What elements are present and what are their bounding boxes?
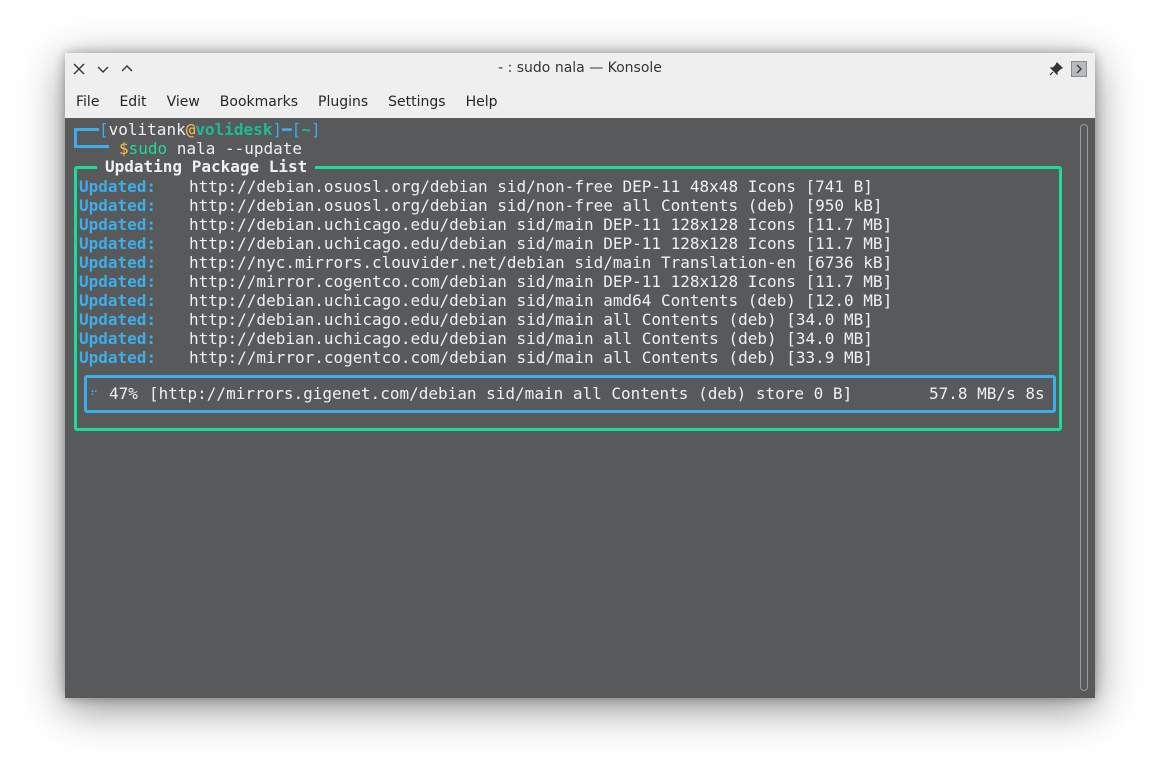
prompt-bracket-top (74, 128, 99, 131)
menu-plugins[interactable]: Plugins (308, 94, 378, 110)
prompt-user: volitank (108, 120, 186, 139)
update-row: Updated: http://debian.uchicago.edu/debia… (79, 329, 873, 348)
menu-bar: File Edit View Bookmarks Plugins Setting… (65, 85, 1095, 118)
title-bar: - : sudo nala — Konsole (65, 53, 1095, 85)
update-row: Updated: http://debian.osuosl.org/debian … (79, 177, 873, 196)
update-row: Updated: http://mirror.cogentco.com/debia… (79, 348, 873, 367)
window-title: - : sudo nala — Konsole (498, 60, 662, 76)
prompt-bracket-bottom (74, 145, 109, 148)
update-row: Updated: http://debian.uchicago.edu/debia… (79, 291, 893, 310)
update-row: Updated: http://debian.osuosl.org/debian … (79, 196, 883, 215)
progress-speed: 57.8 MB/s 8s (929, 384, 1045, 403)
scrollbar-thumb[interactable] (1080, 124, 1088, 691)
update-row: Updated: http://debian.uchicago.edu/debia… (79, 234, 893, 253)
pin-icon[interactable] (1047, 60, 1065, 78)
konsole-window: - : sudo nala — Konsole File Edit View B… (65, 53, 1095, 698)
prompt-line-2: $sudo nala --update (119, 139, 302, 158)
progress-text: [http://mirrors.gigenet.com/debian sid/m… (149, 384, 853, 403)
terminal-area[interactable]: [volitank@volidesk]━[~] $sudo nala --upd… (65, 118, 1075, 698)
update-row: Updated: http://debian.uchicago.edu/debia… (79, 310, 873, 329)
menu-file[interactable]: File (66, 94, 109, 110)
panel-title: Updating Package List (97, 157, 316, 176)
menu-settings[interactable]: Settings (378, 94, 455, 110)
progress-percent: 47% (109, 384, 138, 403)
progress-line: ⠋ (90, 384, 98, 403)
prompt-host: volidesk (195, 120, 273, 139)
command-sudo: sudo (128, 139, 168, 158)
scrollbar[interactable] (1075, 118, 1095, 698)
more-actions-icon[interactable] (1071, 61, 1087, 77)
prompt-line-1: [volitank@volidesk]━[~] (99, 120, 321, 139)
prompt-at: @ (185, 120, 196, 139)
menu-bookmarks[interactable]: Bookmarks (210, 94, 308, 110)
update-row: Updated: http://nyc.mirrors.clouvider.net… (79, 253, 893, 272)
prompt-dir: ~ (301, 120, 311, 139)
update-row: Updated: http://debian.uchicago.edu/debia… (79, 215, 893, 234)
menu-view[interactable]: View (157, 94, 210, 110)
spinner-icon: ⠋ (90, 389, 99, 402)
command-rest: nala --update (167, 139, 303, 158)
menu-help[interactable]: Help (456, 94, 508, 110)
menu-edit[interactable]: Edit (109, 94, 156, 110)
prompt-dollar: $ (119, 139, 129, 158)
update-row: Updated: http://mirror.cogentco.com/debia… (79, 272, 893, 291)
